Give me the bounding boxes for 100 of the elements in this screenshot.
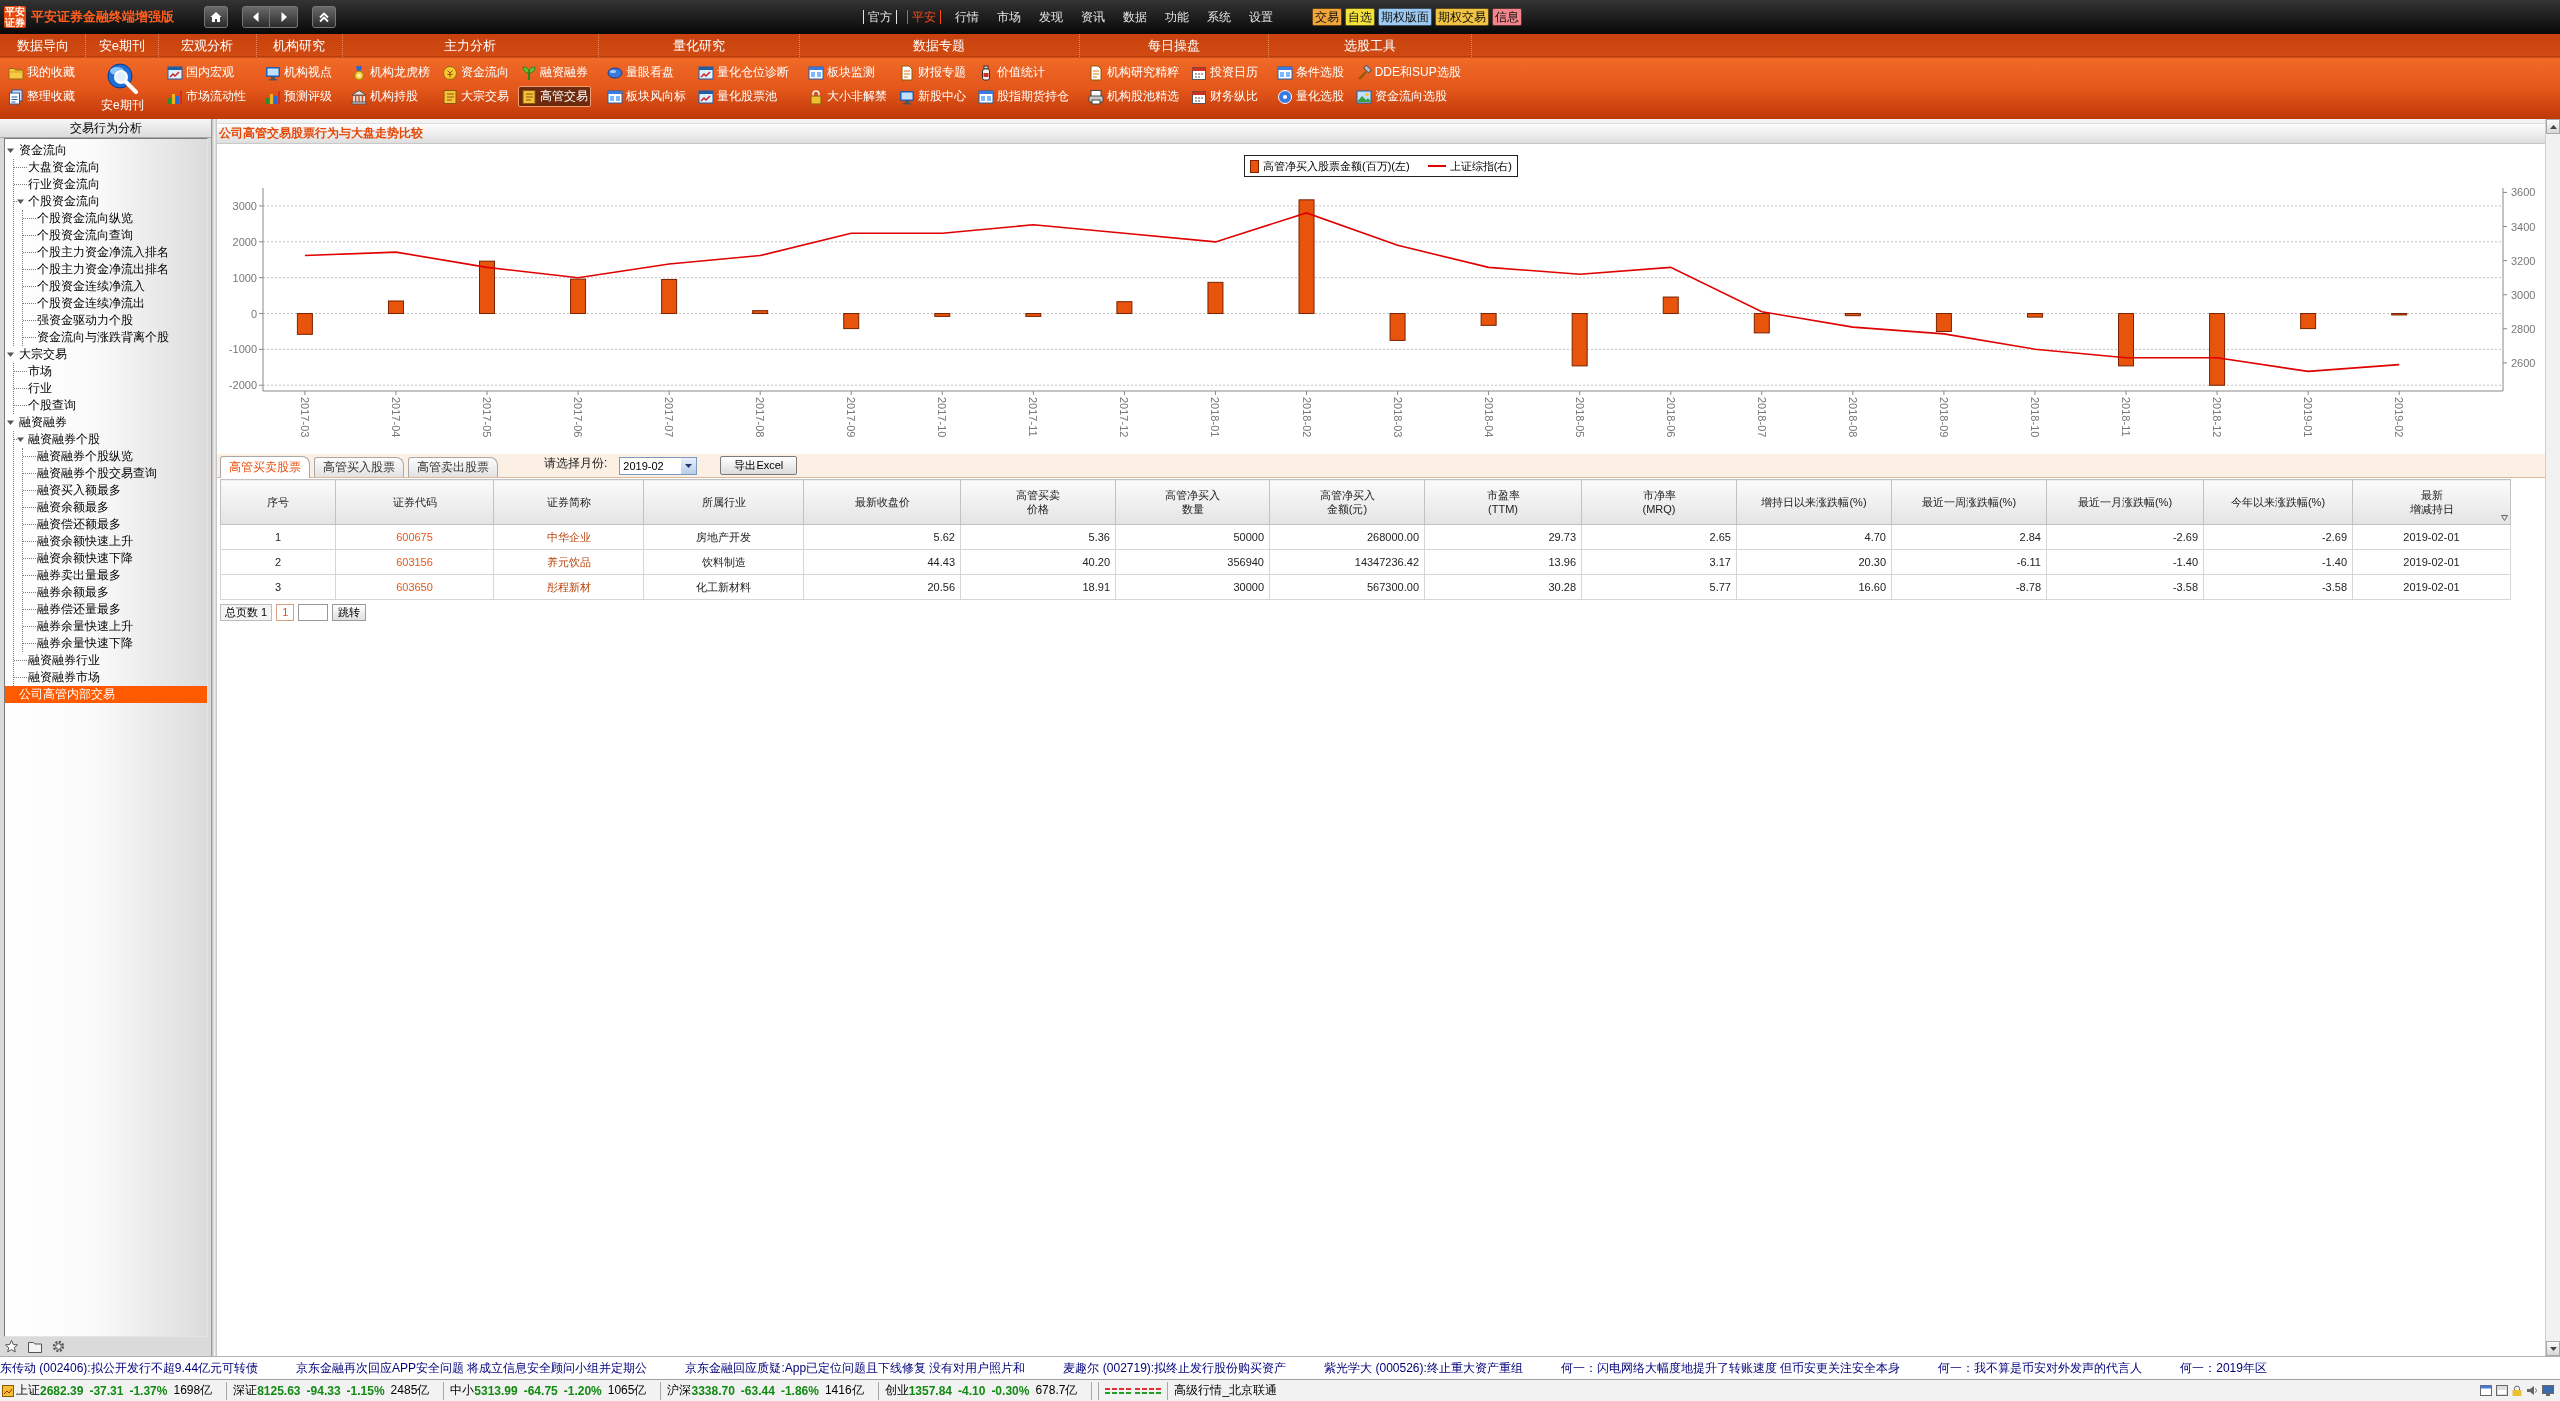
menu-item[interactable]: 资讯 <box>1072 10 1114 24</box>
export-button[interactable]: 导出Excel <box>720 456 798 475</box>
menu-item[interactable]: 功能 <box>1156 10 1198 24</box>
stock-name-link[interactable]: 养元饮品 <box>546 555 591 568</box>
tree-item[interactable]: 个股资金连续净流出 <box>23 295 207 312</box>
tree-item[interactable]: 个股资金流向纵览 <box>23 210 207 227</box>
tree-item[interactable]: 融券余量快速下降 <box>23 635 207 652</box>
news-headline[interactable]: 京东金融回应质疑:App已定位问题且下线修复 没有对用户照片和 <box>685 1359 1026 1377</box>
menu-item[interactable]: 市场 <box>988 10 1030 24</box>
tree-item[interactable]: 融券卖出量最多 <box>23 567 207 584</box>
tree-item[interactable]: 个股主力资金净流入排名 <box>23 244 207 261</box>
back-button[interactable] <box>242 6 270 28</box>
toolbar-item[interactable]: 大宗交易 <box>438 86 512 107</box>
menu-item[interactable]: 设置 <box>1240 10 1282 24</box>
toolbar-item[interactable]: 资金流向选股 <box>1352 86 1464 107</box>
quick-button[interactable]: 期权版面 <box>1378 8 1432 26</box>
column-header[interactable]: 市净率 (MRQ) <box>1581 479 1737 525</box>
news-headline[interactable]: 麦趣尔 (002719):拟终止发行股份购买资产 <box>1063 1359 1287 1377</box>
settings-icon[interactable] <box>52 1340 65 1353</box>
news-headline[interactable]: 何一：2019年区 <box>2180 1359 2267 1377</box>
toolbar-item[interactable]: 量化选股 <box>1273 86 1347 107</box>
column-header[interactable]: 序号 <box>220 479 336 525</box>
toolbar-item[interactable]: 新股中心 <box>895 86 969 107</box>
toolbar-item[interactable]: 财务纵比 <box>1187 86 1261 107</box>
page-input[interactable] <box>298 603 329 621</box>
stock-code-link[interactable]: 603650 <box>396 581 433 593</box>
scroll-up-button[interactable] <box>2546 119 2560 134</box>
stock-code-link[interactable]: 600675 <box>396 531 433 543</box>
menu-item[interactable]: 数据 <box>1114 10 1156 24</box>
menu-item[interactable]: 平安 <box>907 10 941 24</box>
column-header[interactable]: 增持日以来涨跌幅(%) <box>1736 479 1892 525</box>
month-select[interactable]: 2019-02 <box>619 456 698 475</box>
tree-item[interactable]: 融券余额最多 <box>23 584 207 601</box>
tree-item[interactable]: 融券余量快速上升 <box>23 618 207 635</box>
tree-item[interactable]: 大宗交易 <box>5 346 207 363</box>
tab[interactable]: 高管卖出股票 <box>408 457 498 477</box>
jump-button[interactable]: 跳转 <box>332 603 367 621</box>
tree-item[interactable]: 融资余额快速上升 <box>23 533 207 550</box>
tree-item[interactable]: 个股资金连续净流入 <box>23 278 207 295</box>
folder-icon[interactable] <box>28 1340 42 1353</box>
stock-code-link[interactable]: 603156 <box>396 556 433 568</box>
column-header[interactable]: 证券代码 <box>335 479 494 525</box>
toolbar-item[interactable]: 大小非解禁 <box>804 86 890 107</box>
menu-item[interactable]: 系统 <box>1198 10 1240 24</box>
star-icon[interactable] <box>5 1340 18 1353</box>
column-header[interactable]: 最近一月涨跌幅(%) <box>2046 479 2204 525</box>
tree-item[interactable]: 融券偿还量最多 <box>23 601 207 618</box>
toolbar-item[interactable]: 整理收藏 <box>5 86 78 107</box>
toolbar-item[interactable]: 量化股票池 <box>694 86 792 107</box>
menu-item[interactable]: 发现 <box>1030 10 1072 24</box>
tree-item[interactable]: 融资融券个股纵览 <box>23 448 207 465</box>
news-headline[interactable]: 京东金融再次回应APP安全问题 将成立信息安全顾问小组并定期公 <box>296 1359 648 1377</box>
toolbar-item[interactable]: 板块风向标 <box>603 86 689 107</box>
tree-item[interactable]: 行业 <box>14 380 207 397</box>
tab[interactable]: 高管买卖股票 <box>220 456 310 478</box>
column-header[interactable]: 高管净买入 数量 <box>1115 479 1270 525</box>
toolbar-item[interactable]: 市场流动性 <box>163 86 249 107</box>
tree-item[interactable]: 个股资金流向查询 <box>23 227 207 244</box>
tree-item[interactable]: 融资融券 <box>5 414 207 431</box>
tree-item[interactable]: 个股资金流向 <box>14 193 207 210</box>
news-headline[interactable]: 紫光学大 (000526):终止重大资产重组 <box>1324 1359 1523 1377</box>
toolbar-item[interactable]: 机构持股 <box>347 86 433 107</box>
tree-item[interactable]: 个股主力资金净流出排名 <box>23 261 207 278</box>
tree-item[interactable]: 融资余额最多 <box>23 499 207 516</box>
quick-button[interactable]: 交易 <box>1312 8 1342 26</box>
toolbar-item[interactable]: 安e期刊 <box>98 61 147 115</box>
tree-item[interactable]: 行业资金流向 <box>14 176 207 193</box>
news-headline[interactable]: 何一：闪电网络大幅度地提升了转账速度 但币安更关注安全本身 <box>1560 1359 1901 1377</box>
menu-item[interactable]: 官方 <box>863 10 897 24</box>
toolbar-item[interactable]: 预测评级 <box>261 86 335 107</box>
tab[interactable]: 高管买入股票 <box>314 457 404 477</box>
tree-item[interactable]: 融资融券个股交易查询 <box>23 465 207 482</box>
home-button[interactable] <box>204 6 228 28</box>
stock-name-link[interactable]: 中华企业 <box>546 530 591 543</box>
quick-button[interactable]: 自选 <box>1345 8 1375 26</box>
column-header[interactable]: 最新收盘价 <box>803 479 961 525</box>
caret-icon[interactable] <box>7 419 14 426</box>
quick-button[interactable]: 信息 <box>1492 8 1522 26</box>
scroll-down-button[interactable] <box>2546 1341 2560 1356</box>
toolbar-item[interactable]: 机构股池精选 <box>1084 86 1182 107</box>
caret-icon[interactable] <box>7 351 14 358</box>
caret-icon[interactable] <box>17 198 24 205</box>
caret-icon[interactable] <box>17 436 24 443</box>
toolbar-item[interactable]: 股指期货持仓 <box>974 86 1072 107</box>
tree-item[interactable]: 融资买入额最多 <box>23 482 207 499</box>
tree-item[interactable]: 大盘资金流向 <box>14 159 207 176</box>
news-headline[interactable]: 何一：我不算是币安对外发声的代言人 <box>1938 1359 2143 1377</box>
stock-name-link[interactable]: 彤程新材 <box>546 580 591 593</box>
quick-button[interactable]: 期权交易 <box>1435 8 1489 26</box>
column-header[interactable]: 今年以来涨跌幅(%) <box>2203 479 2353 525</box>
news-headline[interactable]: 东传动 (002406):拟公开发行不超9.44亿元可转债 <box>0 1359 259 1377</box>
toolbar-item[interactable]: 高管交易 <box>517 86 591 107</box>
caret-icon[interactable] <box>7 147 14 154</box>
menu-item[interactable]: 行情 <box>946 10 988 24</box>
vertical-scrollbar[interactable] <box>2545 119 2560 1356</box>
column-header[interactable]: 证券简称 <box>493 479 644 525</box>
page-link[interactable]: 1 <box>276 603 295 621</box>
column-header[interactable]: 高管买卖 价格 <box>960 479 1116 525</box>
tree-item[interactable]: 资金流向与涨跌背离个股 <box>23 329 207 346</box>
tree-item[interactable]: 融资融券市场 <box>14 669 207 686</box>
